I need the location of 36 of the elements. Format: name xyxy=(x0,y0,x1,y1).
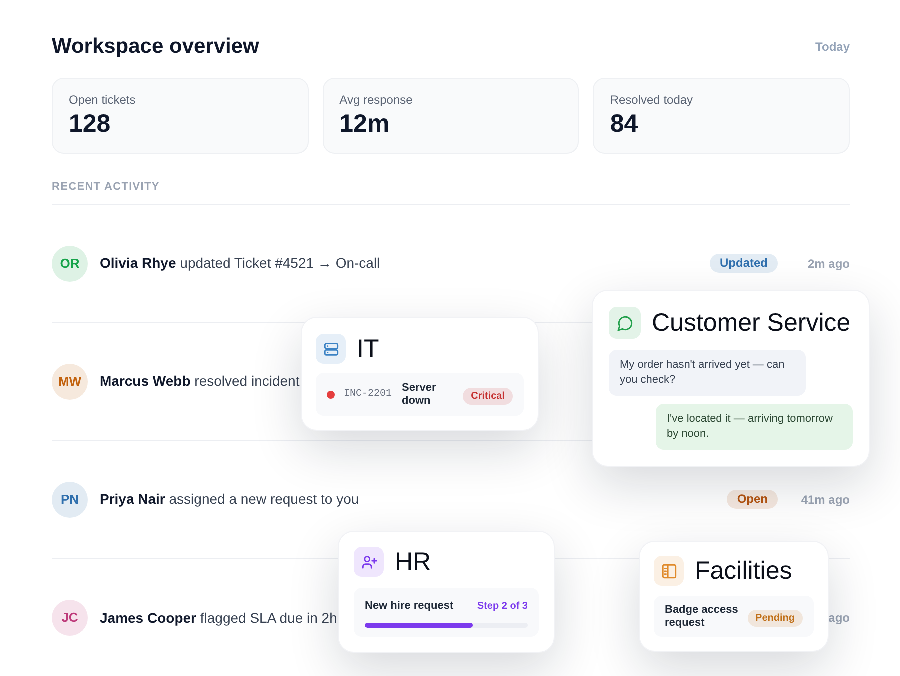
section-heading: RECENT ACTIVITY xyxy=(52,181,160,193)
avatar: MW xyxy=(52,364,88,400)
stat-value: 12m xyxy=(340,109,391,139)
request-title: Badge access request xyxy=(665,604,740,630)
activity-text: James Cooper flagged SLA due in 2h xyxy=(100,608,338,628)
page-title: Workspace overview xyxy=(52,34,260,60)
status-badge: Critical xyxy=(463,388,513,404)
timestamp: ago xyxy=(828,610,850,627)
ticket-title: Server down xyxy=(402,382,438,408)
period-label: Today xyxy=(816,39,850,56)
avatar: OR xyxy=(52,246,88,282)
card-title: Customer Service xyxy=(652,308,851,338)
activity-text: Priya Nair assigned a new request to you xyxy=(100,490,360,509)
chat-message: My order hasn't arrived yet — can you check? xyxy=(609,350,806,396)
status-badge: Open xyxy=(727,490,778,509)
card-title: HR xyxy=(395,547,432,577)
request-row[interactable]: Badge access request Pending xyxy=(654,596,814,637)
stat-label: Avg response xyxy=(340,92,414,108)
stat-label: Open tickets xyxy=(69,92,137,108)
timestamp: 2m ago xyxy=(808,256,850,272)
card-title: IT xyxy=(357,334,380,364)
card-title: Facilities xyxy=(695,556,792,586)
stat-value: 128 xyxy=(69,109,112,139)
ticket-id: INC-2201 xyxy=(344,388,392,402)
chat-message: I've located it — arriving tomorrow by noon. xyxy=(656,404,853,450)
status-badge: Updated xyxy=(710,254,778,273)
status-badge: Pending xyxy=(748,610,803,626)
timestamp: 41m ago xyxy=(801,492,850,508)
activity-text: Marcus Webb resolved incident xyxy=(100,372,300,391)
stat-label: Resolved today xyxy=(610,92,694,108)
avatar: JC xyxy=(52,600,88,636)
task-label: New hire request xyxy=(365,599,454,614)
stat-value: 84 xyxy=(610,109,640,139)
avatar: PN xyxy=(52,482,88,518)
step-label: Step 2 of 3 xyxy=(477,600,528,614)
activity-text: Olivia Rhye updated Ticket #4521 → On-call xyxy=(100,254,380,273)
